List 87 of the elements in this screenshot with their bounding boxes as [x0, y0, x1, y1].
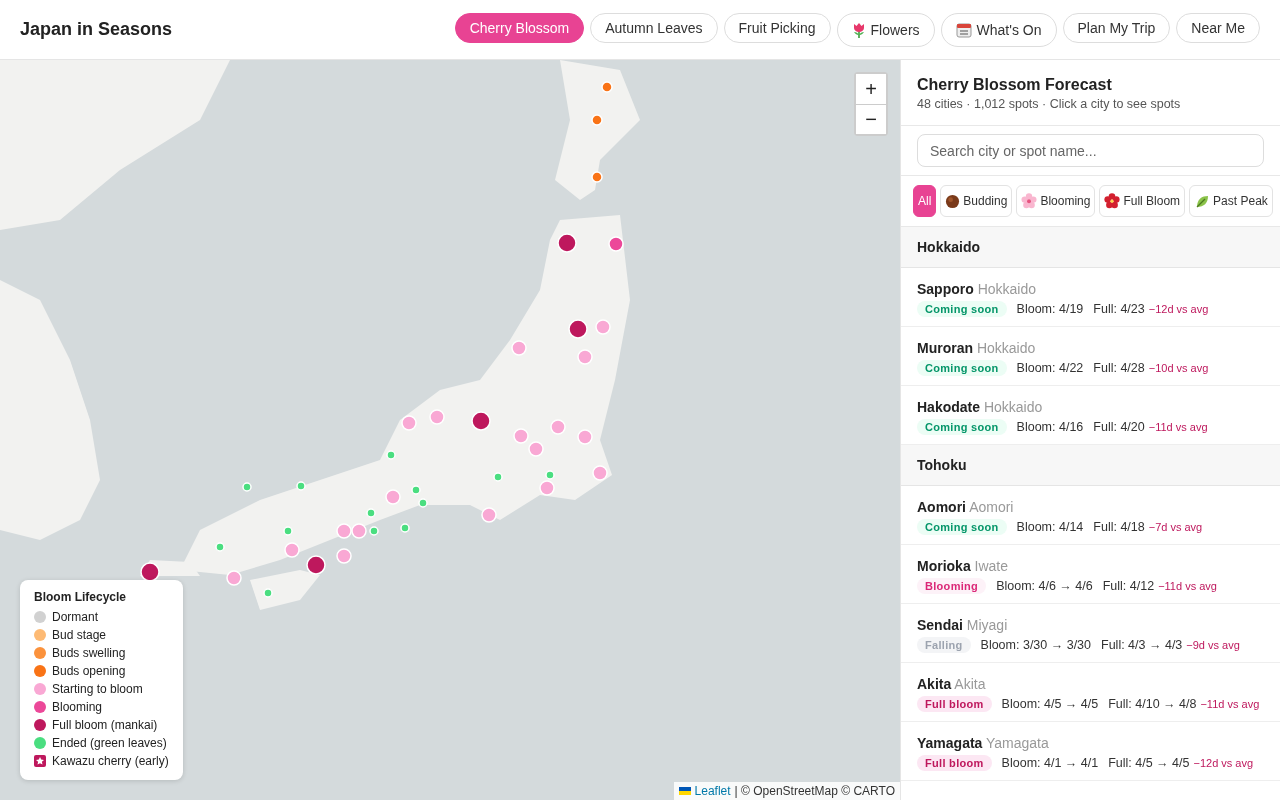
- filter-button[interactable]: Budding: [940, 185, 1013, 217]
- city-name[interactable]: Muroran: [917, 340, 973, 356]
- prefecture-name: Akita: [954, 676, 986, 692]
- region-header: Tohoku: [901, 445, 1280, 486]
- legend-title: Bloom Lifecycle: [34, 590, 128, 604]
- city-name[interactable]: Akita: [917, 676, 952, 692]
- full-bloom-date: Full: 4/18: [1093, 520, 1145, 534]
- avg-difference: −11d vs avg: [1148, 421, 1208, 433]
- bloom-date: Bloom: 4/19: [1016, 302, 1084, 316]
- prefecture-name: Hokkaido: [976, 340, 1036, 356]
- bloom-date: Bloom: 4/5 → 4/5: [1001, 697, 1099, 711]
- full-bloom-date: Full: 4/5 → 4/5: [1108, 756, 1190, 770]
- nav-tab[interactable]: Near Me: [1176, 12, 1260, 43]
- bloom-date: Bloom: 4/1 → 4/1: [1001, 756, 1099, 770]
- prefecture-name: Yamagata: [986, 735, 1049, 751]
- status-badge: Blooming: [917, 578, 987, 594]
- status-badge: Full bloom: [917, 696, 992, 712]
- map-drawing[interactable]: [0, 60, 640, 610]
- full-bloom-date: Full: 4/23: [1093, 302, 1145, 316]
- avg-difference: −12d vs avg: [1193, 757, 1254, 769]
- bloom-date: Bloom: 4/6 → 4/6: [996, 579, 1093, 593]
- full-bloom-date: Full: 4/20: [1093, 420, 1145, 434]
- filter-button[interactable]: Blooming: [1016, 185, 1096, 217]
- legend-label: Buds swelling: [52, 646, 126, 660]
- bloom-date: Bloom: 4/22: [1016, 361, 1084, 375]
- nav-tab[interactable]: Flowers: [836, 12, 935, 47]
- search-field[interactable]: Search city or spot name...: [917, 134, 1264, 167]
- nav-tab[interactable]: What's On: [940, 12, 1057, 47]
- leaf-icon: [1194, 193, 1211, 209]
- status-badge: Falling: [917, 637, 971, 653]
- prefecture-name: Hokkaido: [977, 281, 1037, 297]
- panel-title: Cherry Blossom Forecast: [917, 76, 1113, 94]
- legend-label: Bud stage: [52, 628, 107, 642]
- status-badge: Full bloom: [917, 755, 992, 771]
- tulip-icon: [851, 21, 866, 38]
- avg-difference: −7d vs avg: [1148, 521, 1203, 533]
- status-badge: Coming soon: [917, 419, 1007, 435]
- site-title: Japan in Seasons: [20, 19, 174, 40]
- prefecture-name: Hokkaido: [983, 399, 1043, 415]
- full-bloom-date: Full: 4/10 → 4/8: [1108, 697, 1197, 711]
- full-bloom-date: Full: 4/12: [1102, 579, 1155, 593]
- zoom-out-button[interactable]: −: [856, 104, 886, 134]
- legend-label: Buds opening: [52, 664, 126, 678]
- bud-icon: [945, 193, 961, 209]
- calendar-icon: [955, 21, 972, 38]
- prefecture-name: Aomori: [969, 499, 1014, 515]
- city-name[interactable]: Aomori: [917, 499, 966, 515]
- full-bloom-date: Full: 4/3 → 4/3: [1101, 638, 1183, 652]
- nav-tab[interactable]: Plan My Trip: [1062, 12, 1171, 43]
- nav-tab[interactable]: Cherry Blossom: [454, 12, 585, 43]
- city-name[interactable]: Hakodate: [917, 399, 981, 415]
- city-name[interactable]: Sapporo: [917, 281, 974, 297]
- bloom-date: Bloom: 4/14: [1016, 520, 1084, 534]
- legend-label: Starting to bloom: [52, 682, 143, 696]
- attribution-text: | © OpenStreetMap © CARTO: [734, 784, 895, 798]
- legend-label: Full bloom (mankai): [52, 718, 158, 732]
- prefecture-name: Iwate: [974, 558, 1009, 574]
- avg-difference: −12d vs avg: [1148, 303, 1209, 315]
- status-badge: Coming soon: [917, 360, 1007, 376]
- legend-label: Dormant: [52, 610, 98, 624]
- legend-label: Ended (green leaves): [52, 736, 167, 750]
- avg-difference: −11d vs avg: [1200, 698, 1260, 710]
- status-badge: Coming soon: [917, 301, 1007, 317]
- nav-tab[interactable]: Fruit Picking: [723, 12, 831, 43]
- filter-button[interactable]: All: [913, 185, 937, 217]
- panel-subtitle: 48 cities · 1,012 spots · Click a city to see spots: [917, 97, 1182, 111]
- bloom-date: Bloom: 4/16: [1016, 420, 1084, 434]
- leaflet-link[interactable]: Leaflet: [694, 784, 731, 798]
- city-name[interactable]: Yamagata: [917, 735, 983, 751]
- avg-difference: −11d vs avg: [1158, 580, 1217, 592]
- nav-tab[interactable]: Autumn Leaves: [590, 12, 718, 43]
- bloom-date: Bloom: 3/30 → 3/30: [980, 638, 1092, 652]
- legend-label: Kawazu cherry (early): [52, 754, 169, 768]
- legend-label: Blooming: [52, 700, 103, 714]
- city-name[interactable]: Sendai: [917, 617, 963, 633]
- filter-button[interactable]: Past Peak: [1189, 185, 1273, 217]
- hibiscus-icon: [1104, 193, 1121, 209]
- prefecture-name: Miyagi: [966, 617, 1008, 633]
- blossom-icon: [1021, 193, 1038, 209]
- region-header: Hokkaido: [901, 227, 1280, 268]
- filter-button[interactable]: Full Bloom: [1099, 185, 1186, 217]
- flag-icon: [678, 787, 691, 795]
- full-bloom-date: Full: 4/28: [1093, 361, 1145, 375]
- status-badge: Coming soon: [917, 519, 1007, 535]
- avg-difference: −10d vs avg: [1148, 362, 1209, 374]
- city-name[interactable]: Morioka: [917, 558, 971, 574]
- avg-difference: −9d vs avg: [1186, 639, 1240, 651]
